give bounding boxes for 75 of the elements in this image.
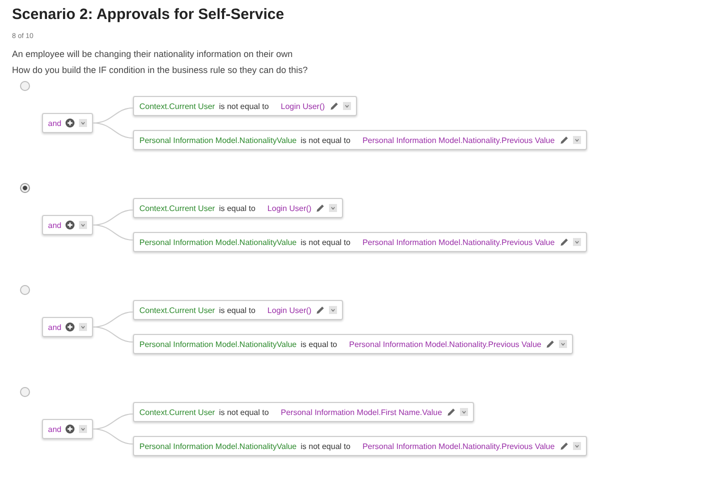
dropdown-icon[interactable] xyxy=(79,323,88,331)
scenario-title: Scenario 2: Approvals for Self-Service xyxy=(12,6,286,23)
value-expression: Personal Information Model.Nationality.Previous Value xyxy=(349,340,542,348)
add-icon[interactable] xyxy=(65,220,76,230)
condition-box[interactable]: Personal Information Model.NationalityValue is equal to Personal Information Model.Nationality.Previous Value xyxy=(133,334,574,354)
comparison-operator: is not equal to xyxy=(218,102,269,110)
dropdown-icon[interactable] xyxy=(572,136,581,144)
dropdown-icon[interactable] xyxy=(572,238,581,246)
comparison-operator: is not equal to xyxy=(300,136,350,144)
value-expression: Personal Information Model.Nationality.Previous Value xyxy=(362,136,555,144)
comparison-operator: is not equal to xyxy=(218,408,269,416)
pencil-icon[interactable] xyxy=(315,305,326,315)
comparison-operator: is equal to xyxy=(218,306,256,314)
value-expression: Login User() xyxy=(267,306,312,314)
comparison-operator: is equal to xyxy=(218,204,256,212)
condition-box[interactable]: Context.Current User is not equal to Personal Information Model.First Name.Value xyxy=(133,402,474,422)
operator-label: and xyxy=(48,118,62,128)
dropdown-icon[interactable] xyxy=(460,408,468,416)
condition-box[interactable]: Context.Current User is not equal to Login User() xyxy=(133,96,357,116)
radio-button[interactable] xyxy=(20,285,30,295)
dropdown-icon[interactable] xyxy=(572,442,581,450)
dropdown-icon[interactable] xyxy=(559,340,568,348)
operator-label: and xyxy=(48,322,62,332)
radio-button[interactable] xyxy=(20,81,30,91)
pencil-icon[interactable] xyxy=(446,407,456,417)
connector-line xyxy=(93,122,134,138)
field-name: Personal Information Model.NationalityValue xyxy=(139,136,297,144)
question-text: How do you build the IF condition in the business rule so they can do this? xyxy=(12,65,309,75)
pencil-icon[interactable] xyxy=(315,203,326,213)
value-expression: Personal Information Model.Nationality.Previous Value xyxy=(362,442,555,450)
operator-label: and xyxy=(48,424,62,434)
comparison-operator: is equal to xyxy=(300,340,338,348)
add-icon[interactable] xyxy=(65,118,76,128)
field-name: Context.Current User xyxy=(139,102,215,110)
add-icon[interactable] xyxy=(65,322,76,332)
comparison-operator: is not equal to xyxy=(300,238,350,246)
condition-box[interactable]: Personal Information Model.NationalityValue is not equal to Personal Information Model.Nationality.Previous Value xyxy=(133,232,587,252)
pencil-icon[interactable] xyxy=(328,101,339,111)
field-name: Personal Information Model.NationalityValue xyxy=(139,442,297,450)
field-name: Context.Current User xyxy=(139,408,215,416)
comparison-operator: is not equal to xyxy=(300,442,350,450)
field-name: Personal Information Model.NationalityValue xyxy=(139,238,297,246)
condition-box[interactable]: Context.Current User is equal to Login User() xyxy=(133,198,344,218)
dropdown-icon[interactable] xyxy=(79,221,88,229)
add-icon[interactable] xyxy=(65,424,76,434)
field-name: Personal Information Model.NationalityValue xyxy=(139,340,297,348)
condition-box[interactable]: Personal Information Model.NationalityValue is not equal to Personal Information Model.Nationality.Previous Value xyxy=(133,436,587,456)
pencil-icon[interactable] xyxy=(558,441,569,451)
connector-line xyxy=(93,326,134,342)
group-operator-box[interactable]: and xyxy=(42,317,94,337)
dropdown-icon[interactable] xyxy=(329,306,338,314)
operator-label: and xyxy=(48,220,62,230)
condition-box[interactable]: Personal Information Model.NationalityValue is not equal to Personal Information Model.Nationality.Previous Value xyxy=(133,130,587,150)
group-operator-box[interactable]: and xyxy=(42,113,94,133)
connector-line xyxy=(93,428,134,444)
field-name: Context.Current User xyxy=(139,204,215,212)
radio-button[interactable] xyxy=(20,183,30,193)
value-expression: Login User() xyxy=(280,102,325,110)
field-name: Context.Current User xyxy=(139,306,215,314)
group-operator-box[interactable]: and xyxy=(42,215,94,235)
value-expression: Login User() xyxy=(267,204,312,212)
dropdown-icon[interactable] xyxy=(329,204,338,212)
dropdown-icon[interactable] xyxy=(342,102,351,110)
condition-box[interactable]: Context.Current User is equal to Login User() xyxy=(133,300,344,320)
radio-button[interactable] xyxy=(20,387,30,397)
value-expression: Personal Information Model.First Name.Value xyxy=(280,408,442,416)
dropdown-icon[interactable] xyxy=(79,119,88,127)
dropdown-icon[interactable] xyxy=(79,425,88,433)
group-operator-box[interactable]: and xyxy=(42,419,94,439)
connector-line xyxy=(93,224,134,240)
value-expression: Personal Information Model.Nationality.Previous Value xyxy=(362,238,555,246)
pencil-icon[interactable] xyxy=(545,339,556,349)
pencil-icon[interactable] xyxy=(558,237,569,247)
pencil-icon[interactable] xyxy=(558,135,569,145)
question-text: An employee will be changing their nationality information on their own xyxy=(12,49,294,59)
